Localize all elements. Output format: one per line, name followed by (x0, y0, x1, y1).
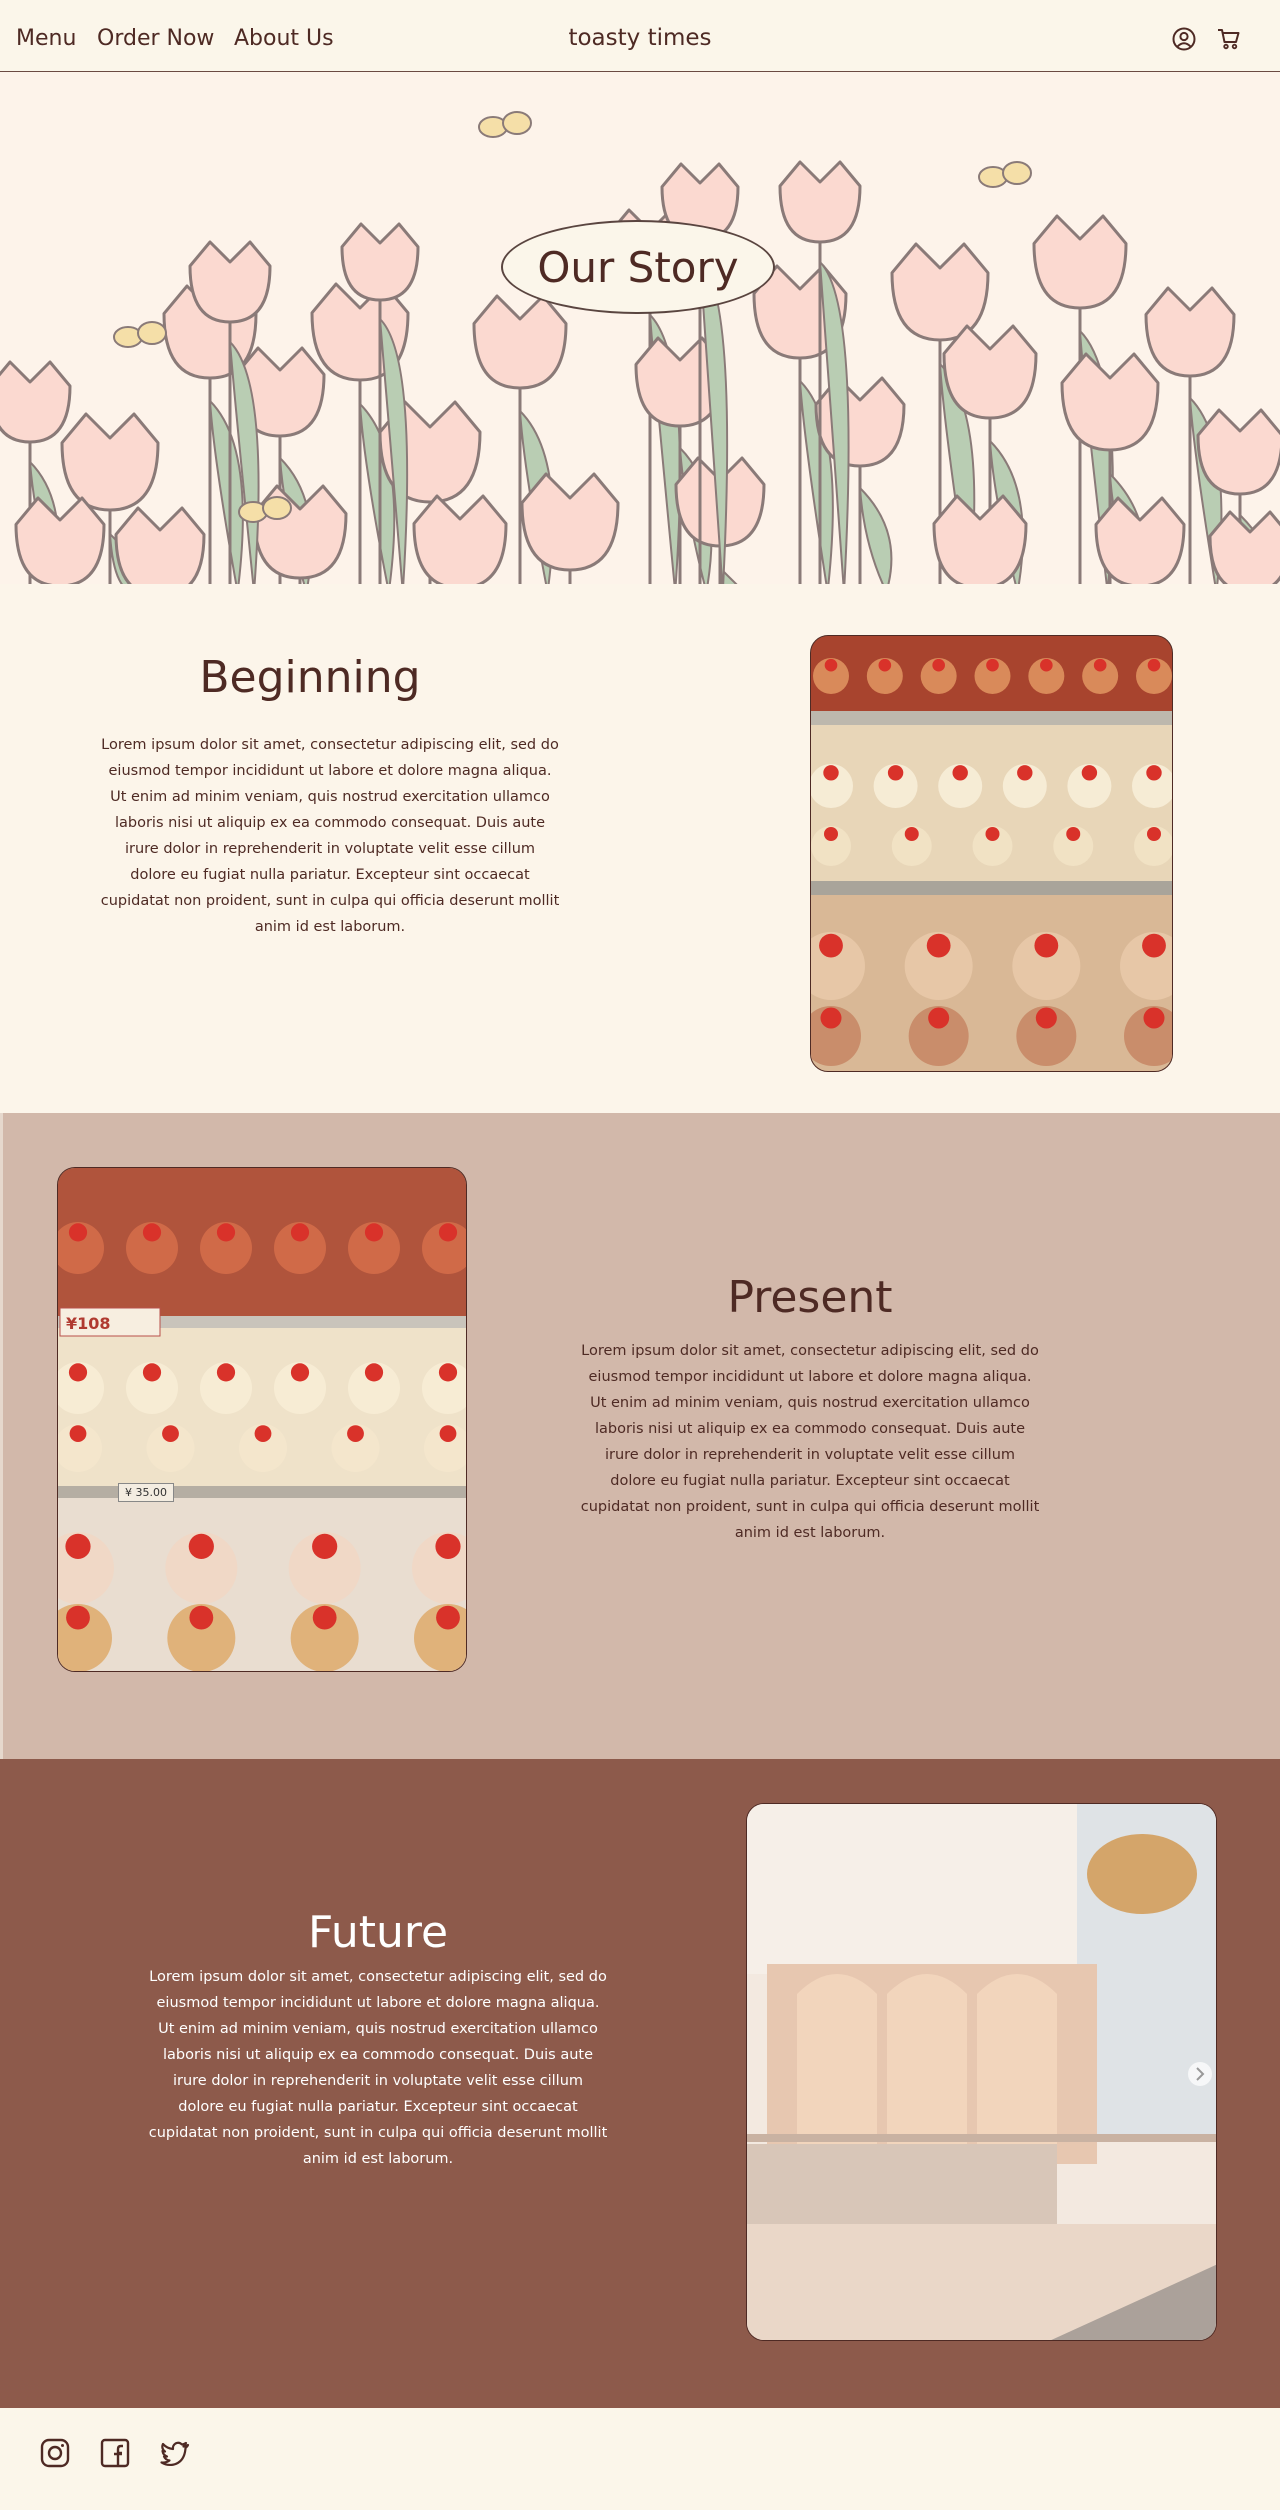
section-title-beginning: Beginning (199, 652, 421, 703)
instagram-icon[interactable] (38, 2436, 72, 2470)
section-body-present: Lorem ipsum dolor sit amet, consectetur … (580, 1343, 1040, 1541)
tulip-illustration (0, 111, 1280, 584)
site-footer (0, 2408, 1280, 2510)
section-body-beginning: Lorem ipsum dolor sit amet, consectetur … (100, 737, 560, 935)
facebook-icon[interactable] (98, 2436, 132, 2470)
section-body-future: Lorem ipsum dolor sit amet, consectetur … (148, 1969, 608, 2167)
bakery-display-photo-1 (810, 635, 1173, 1072)
bakery-interior-photo (746, 1803, 1217, 2341)
hero-banner (0, 72, 1280, 584)
bakery-display-photo-2: ¥108 ¥ 35.00 (57, 1167, 467, 1672)
section-title-present: Present (727, 1272, 893, 1323)
twitter-icon[interactable] (158, 2436, 192, 2470)
cart-icon[interactable] (1216, 26, 1242, 52)
section-title-future: Future (307, 1907, 449, 1958)
price-tag-2: ¥ 35.00 (118, 1483, 174, 1502)
user-circle-icon[interactable] (1171, 26, 1197, 52)
price-tag: ¥108 (66, 1314, 111, 1333)
brand-name[interactable]: toasty times (0, 25, 1280, 51)
hero-title: Our Story (501, 220, 775, 314)
